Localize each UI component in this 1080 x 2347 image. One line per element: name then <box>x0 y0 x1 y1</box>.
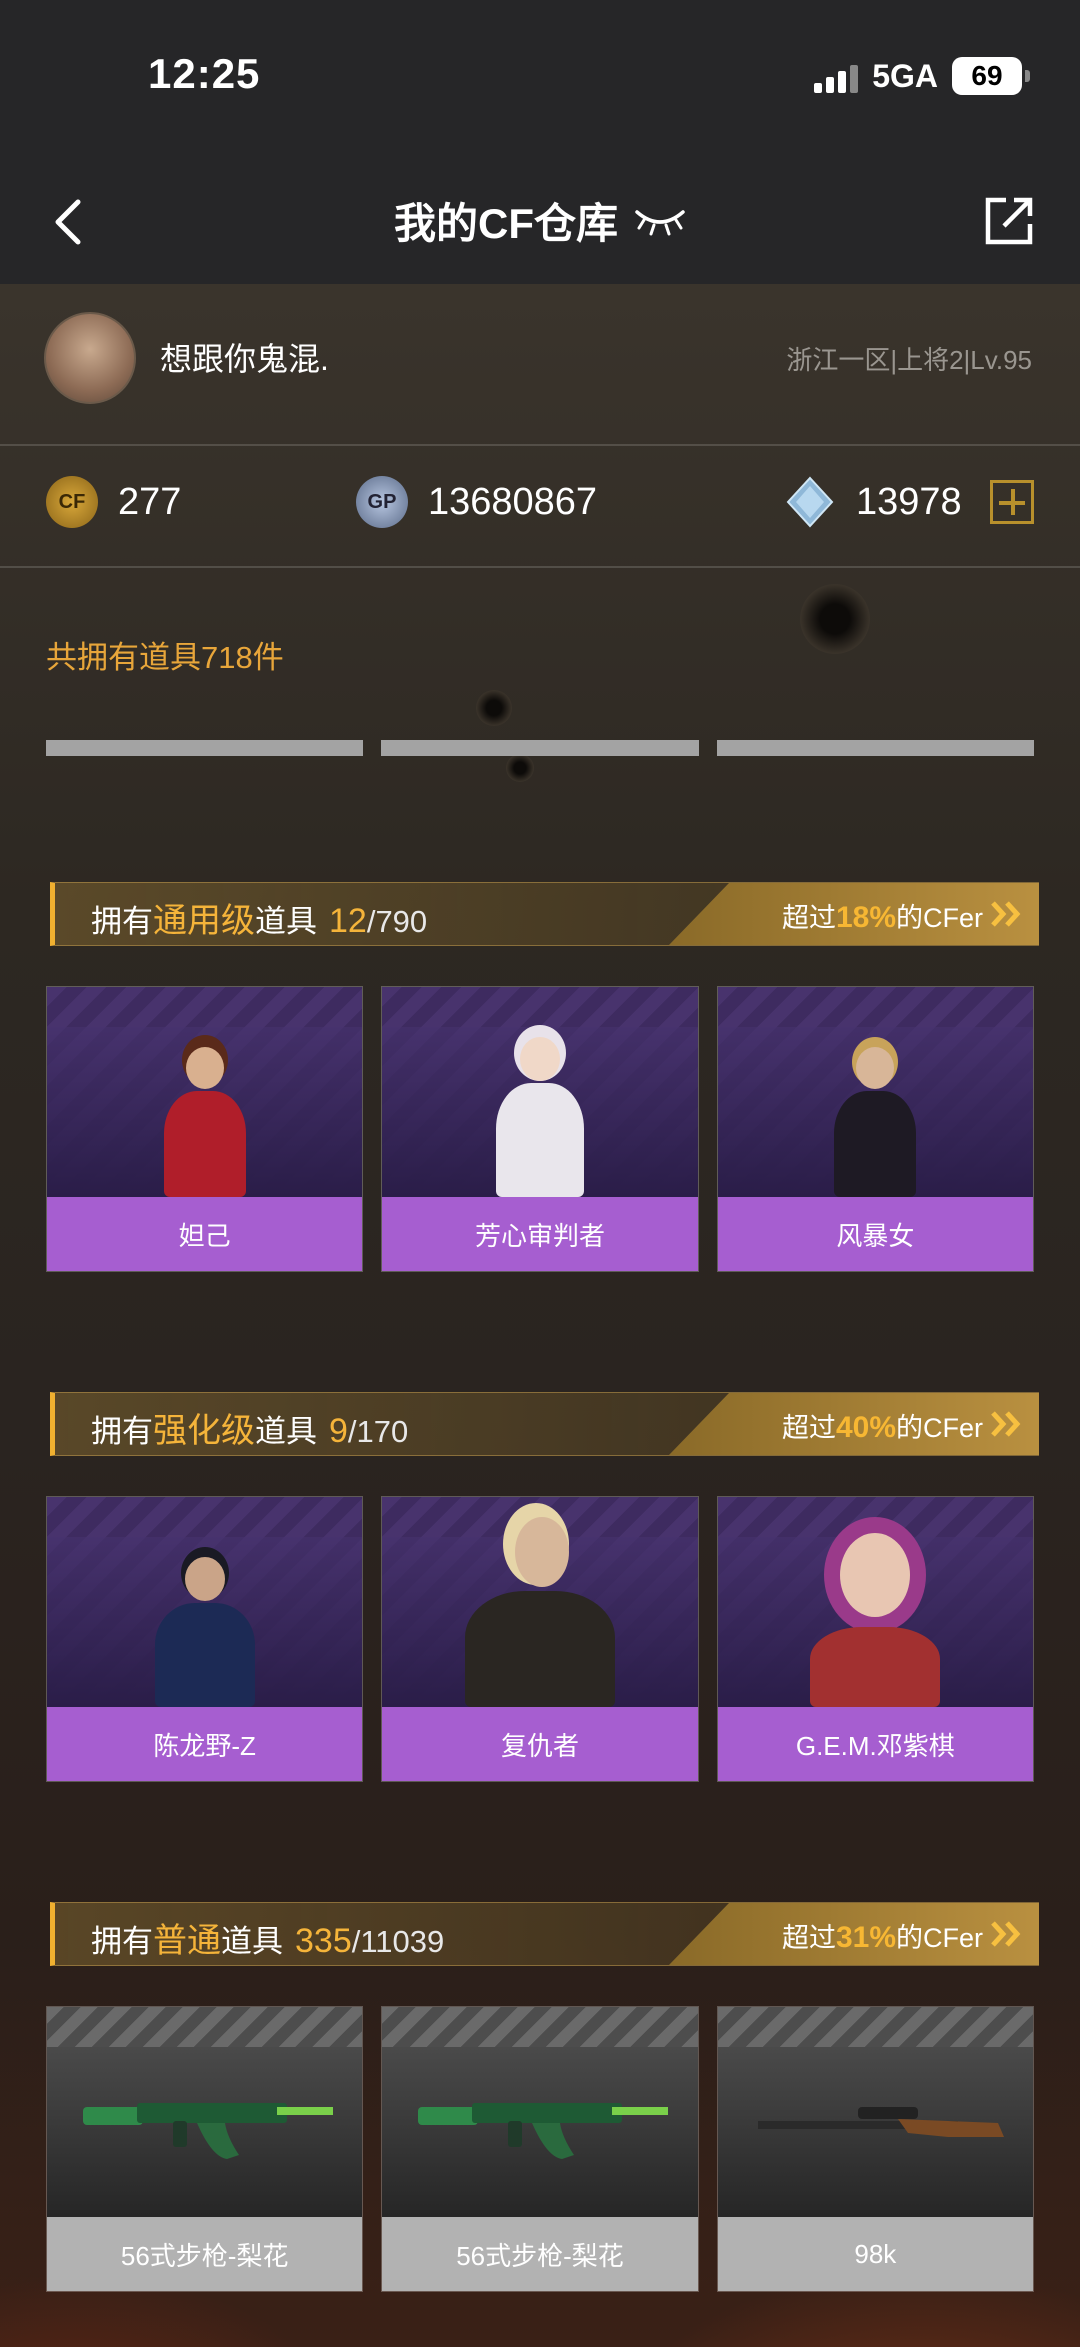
exceed-percent: 40% <box>835 1411 896 1444</box>
owned-count: 335 <box>295 1922 352 1960</box>
item-name: G.E.M.邓紫棋 <box>717 1707 1033 1781</box>
signal-icon <box>814 59 859 93</box>
section-header-general: 拥有通用级道具 12/790 超过18%的CFer <box>50 882 1039 946</box>
character-figure <box>480 1037 600 1197</box>
item-name: 芳心审判者 <box>382 1197 698 1271</box>
cf-points-value: 277 <box>118 480 182 523</box>
status-bar: 12:25 5GA 69 <box>0 0 1080 160</box>
item-image <box>47 987 363 1197</box>
battery-icon: 69 <box>952 57 1030 95</box>
item-grid-enhanced: 陈龙野-Z 复仇者 G.E.M.邓紫棋 <box>46 1496 1034 1782</box>
character-figure <box>820 1047 930 1197</box>
server-info: 浙江一区|上将2|Lv.95 <box>786 345 1032 375</box>
item-name: 复仇者 <box>382 1707 698 1781</box>
share-icon[interactable] <box>980 190 1040 250</box>
item-card[interactable]: 复仇者 <box>381 1496 699 1782</box>
double-chevron-icon <box>991 901 1021 927</box>
item-name: 56式步枪-梨花 <box>47 2217 363 2291</box>
page-title: 我的CF仓库 <box>394 200 618 247</box>
item-image <box>382 1497 698 1707</box>
item-card[interactable]: G.E.M.邓紫棋 <box>716 1496 1034 1782</box>
item-card[interactable]: 56式步枪-梨花 <box>381 2006 699 2292</box>
category-tabs <box>46 740 1034 756</box>
double-chevron-icon <box>991 1921 1021 1947</box>
item-image <box>717 987 1033 1197</box>
owned-count: 12 <box>329 902 367 940</box>
item-name: 风暴女 <box>717 1197 1033 1271</box>
item-card[interactable]: 陈龙野-Z <box>46 1496 364 1782</box>
double-chevron-icon <box>991 1411 1021 1437</box>
total-count: /170 <box>347 1414 409 1449</box>
section-header-normal: 拥有普通道具 335/11039 超过31%的CFer <box>50 1902 1039 1966</box>
item-image <box>382 2007 698 2217</box>
grade-label: 通用级 <box>153 902 255 940</box>
currency-row: CF 277 GP 13680867 13978 <box>0 446 1080 568</box>
item-card[interactable]: 98k <box>716 2006 1034 2292</box>
item-card[interactable]: 风暴女 <box>716 986 1034 1272</box>
add-currency-button[interactable] <box>990 480 1034 524</box>
exceed-percent: 18% <box>835 901 896 934</box>
status-icons: 5GA 69 <box>814 56 1030 96</box>
character-figure <box>145 1557 265 1707</box>
rifle-icon <box>83 2103 333 2159</box>
total-count: /11039 <box>351 1924 445 1959</box>
item-name: 妲己 <box>47 1197 363 1271</box>
item-image <box>717 1497 1033 1707</box>
avatar[interactable] <box>44 312 136 404</box>
item-name: 56式步枪-梨花 <box>382 2217 698 2291</box>
exceed-badge[interactable]: 超过40%的CFer <box>669 1393 1039 1455</box>
grade-label: 普通 <box>153 1922 221 1960</box>
profile-row[interactable]: 想跟你鬼混. 浙江一区|上将2|Lv.95 <box>0 284 1080 446</box>
item-name: 98k <box>717 2217 1033 2291</box>
network-label: 5GA <box>872 57 938 94</box>
sniper-rifle-icon <box>757 2107 1004 2137</box>
gp-coin-icon: GP <box>356 476 408 528</box>
exceed-badge[interactable]: 超过18%的CFer <box>669 883 1039 945</box>
grade-label: 强化级 <box>153 1412 255 1450</box>
diamonds-value: 13978 <box>856 480 962 523</box>
owned-count: 9 <box>329 1412 348 1450</box>
character-figure <box>150 1047 260 1197</box>
eye-closed-icon[interactable] <box>634 206 686 236</box>
item-grid-normal: 56式步枪-梨花 56式步枪-梨花 98k <box>46 2006 1034 2292</box>
tab-bar[interactable] <box>381 740 699 756</box>
section-header-enhanced: 拥有强化级道具 9/170 超过40%的CFer <box>50 1392 1039 1456</box>
total-count: /790 <box>366 904 428 939</box>
item-card[interactable]: 芳心审判者 <box>381 986 699 1272</box>
item-image <box>382 987 698 1197</box>
nickname: 想跟你鬼混. <box>160 341 329 377</box>
tab-bar[interactable] <box>46 740 364 756</box>
status-time: 12:25 <box>148 50 261 97</box>
exceed-percent: 31% <box>835 1921 896 1954</box>
diamonds: 13978 <box>784 476 962 528</box>
item-image <box>47 2007 363 2217</box>
total-items: 共拥有道具718件 <box>46 640 284 675</box>
diamond-icon <box>786 476 834 528</box>
character-figure <box>790 1527 960 1707</box>
nav-bar: 我的CF仓库 <box>0 160 1080 284</box>
item-grid-general: 妲己 芳心审判者 风暴女 <box>46 986 1034 1272</box>
gp-points: GP 13680867 <box>356 476 597 528</box>
gp-value: 13680867 <box>428 480 598 523</box>
item-image <box>717 2007 1033 2217</box>
cf-points: CF 277 <box>46 476 181 528</box>
tab-bar[interactable] <box>716 740 1034 756</box>
exceed-badge[interactable]: 超过31%的CFer <box>669 1903 1039 1965</box>
rifle-icon <box>418 2103 669 2159</box>
cf-coin-icon: CF <box>46 476 98 528</box>
item-card[interactable]: 妲己 <box>46 986 364 1272</box>
character-figure <box>445 1517 635 1707</box>
item-image <box>47 1497 363 1707</box>
item-name: 陈龙野-Z <box>47 1707 363 1781</box>
item-card[interactable]: 56式步枪-梨花 <box>46 2006 364 2292</box>
